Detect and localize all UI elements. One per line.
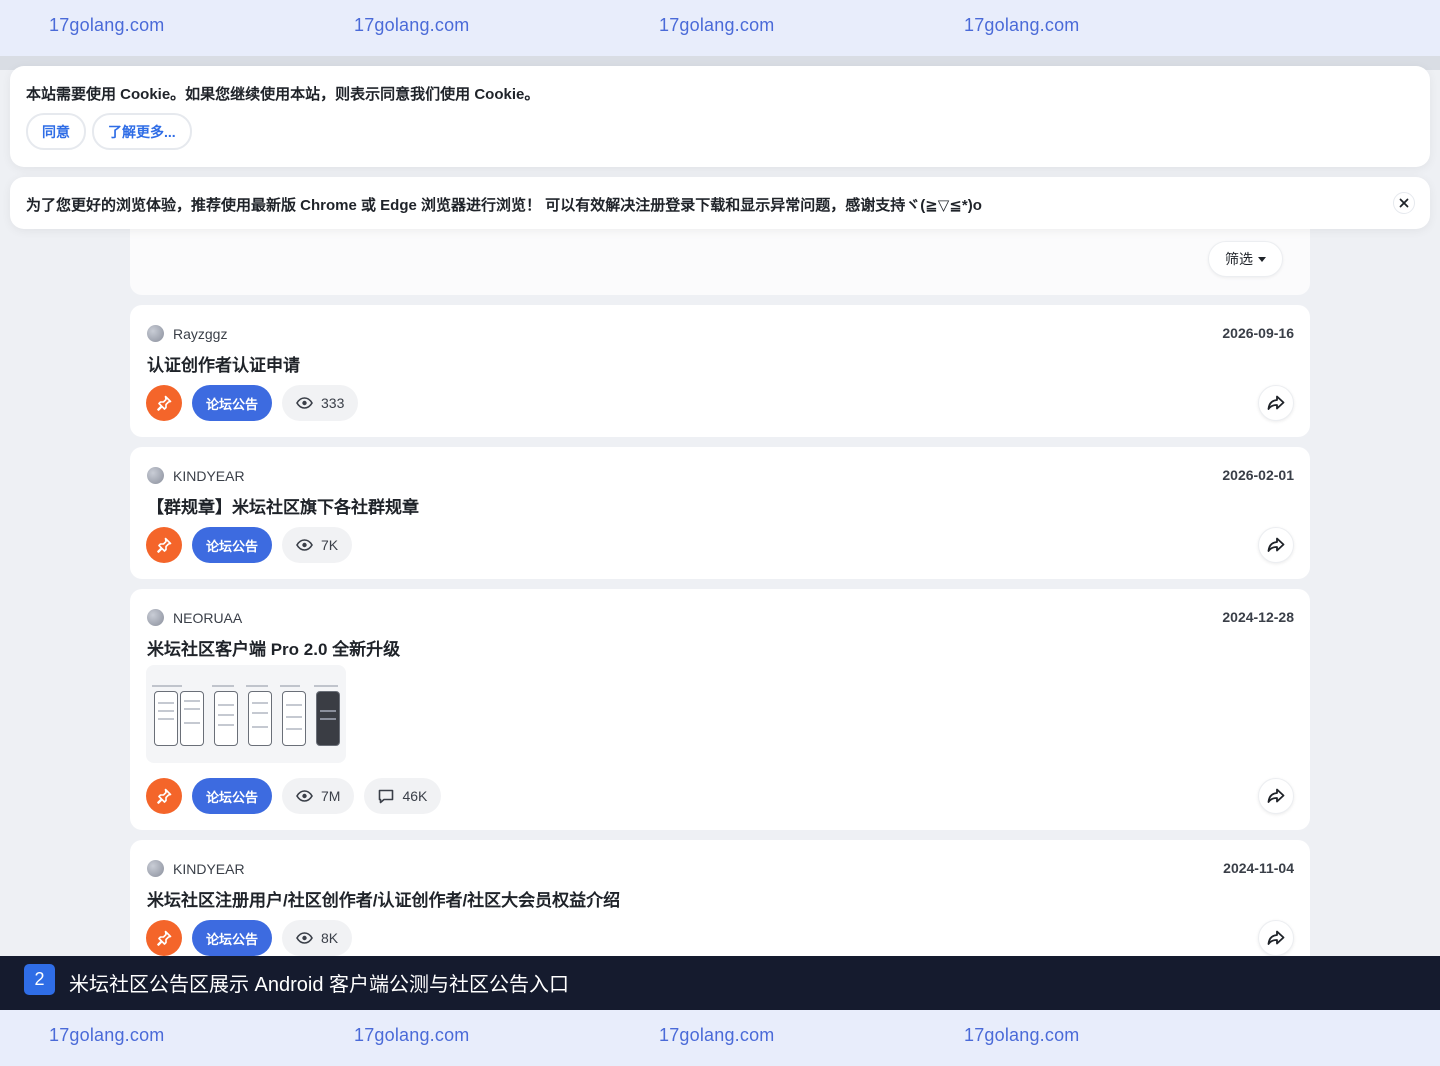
post-image[interactable] bbox=[146, 665, 346, 763]
comment-count[interactable]: 46K bbox=[364, 778, 442, 814]
eye-icon bbox=[296, 539, 313, 551]
view-count-value: 7M bbox=[321, 788, 341, 804]
comment-count-value: 46K bbox=[402, 788, 428, 804]
phone-mockup bbox=[316, 691, 340, 746]
share-icon bbox=[1267, 395, 1285, 410]
filter-label: 筛选 bbox=[1225, 251, 1253, 267]
caption-bar: 2 米坛社区公告区展示 Android 客户端公测与社区公告入口 bbox=[0, 956, 1440, 1010]
pin-icon bbox=[146, 385, 182, 421]
watermark-text: 17golang.com bbox=[354, 1025, 470, 1045]
close-icon bbox=[1399, 198, 1409, 208]
phone-mockup bbox=[154, 691, 178, 746]
caret-down-icon bbox=[1258, 256, 1266, 262]
view-count: 333 bbox=[282, 385, 359, 421]
browser-notice-message: 为了您更好的浏览体验，推荐使用最新版 Chrome 或 Edge 浏览器进行浏览… bbox=[26, 197, 982, 214]
agree-button[interactable]: 同意 bbox=[26, 113, 86, 150]
share-icon bbox=[1267, 537, 1285, 552]
filter-button[interactable]: 筛选 bbox=[1208, 241, 1283, 277]
cookie-message: 本站需要使用 Cookie。如果您继续使用本站，则表示同意我们使用 Cookie… bbox=[26, 86, 540, 103]
post-author[interactable]: KINDYEAR bbox=[147, 467, 245, 484]
post-date: 2026-02-01 bbox=[1222, 467, 1294, 483]
caption-text: 米坛社区公告区展示 Android 客户端公测与社区公告入口 bbox=[69, 974, 570, 996]
post-tags: 论坛公告 333 bbox=[146, 385, 359, 421]
phone-mockup bbox=[214, 691, 238, 746]
avatar[interactable] bbox=[147, 860, 164, 877]
post-author[interactable]: NEORUAA bbox=[147, 609, 242, 626]
phone-mockup bbox=[248, 691, 272, 746]
author-name[interactable]: Rayzggz bbox=[173, 326, 227, 342]
close-button[interactable] bbox=[1393, 192, 1415, 214]
author-name[interactable]: KINDYEAR bbox=[173, 861, 245, 877]
post-date: 2024-11-04 bbox=[1223, 860, 1294, 876]
comment-icon bbox=[379, 789, 394, 803]
post-title[interactable]: 【群规章】米坛社区旗下各社群规章 bbox=[147, 493, 419, 518]
post-title[interactable]: 米坛社区客户端 Pro 2.0 全新升级 bbox=[147, 635, 400, 660]
post-card[interactable]: KINDYEAR 2026-02-01 【群规章】米坛社区旗下各社群规章 论坛公… bbox=[130, 447, 1310, 579]
author-name[interactable]: KINDYEAR bbox=[173, 468, 245, 484]
cookie-banner: 本站需要使用 Cookie。如果您继续使用本站，则表示同意我们使用 Cookie… bbox=[10, 66, 1430, 167]
pin-icon bbox=[146, 920, 182, 956]
phone-mockup bbox=[282, 691, 306, 746]
post-date: 2024-12-28 bbox=[1222, 609, 1294, 625]
watermark-text: 17golang.com bbox=[964, 1025, 1080, 1045]
post-author[interactable]: Rayzggz bbox=[147, 325, 227, 342]
category-tag[interactable]: 论坛公告 bbox=[192, 920, 273, 956]
watermark-bar-bottom: 17golang.com 17golang.com 17golang.com 1… bbox=[0, 1010, 1440, 1066]
watermark-text: 17golang.com bbox=[354, 15, 470, 35]
post-author[interactable]: KINDYEAR bbox=[147, 860, 245, 877]
post-tags: 论坛公告 7M 46K bbox=[146, 778, 442, 814]
post-tags: 论坛公告 8K bbox=[146, 920, 353, 956]
watermark-bar-top: 17golang.com 17golang.com 17golang.com 1… bbox=[0, 0, 1440, 56]
post-date: 2026-09-16 bbox=[1222, 325, 1294, 341]
author-name[interactable]: NEORUAA bbox=[173, 610, 242, 626]
share-button[interactable] bbox=[1258, 385, 1294, 421]
eye-icon bbox=[296, 397, 313, 409]
share-button[interactable] bbox=[1258, 920, 1294, 956]
watermark-text: 17golang.com bbox=[659, 15, 775, 35]
watermark-text: 17golang.com bbox=[49, 1025, 165, 1045]
view-count-value: 7K bbox=[321, 537, 339, 553]
category-tag[interactable]: 论坛公告 bbox=[192, 778, 273, 814]
share-icon bbox=[1267, 930, 1285, 945]
phone-mockup bbox=[180, 691, 204, 746]
pin-icon bbox=[146, 778, 182, 814]
caption-number: 2 bbox=[24, 964, 55, 995]
view-count: 7M bbox=[282, 778, 355, 814]
post-card[interactable]: Rayzggz 2026-09-16 认证创作者认证申请 论坛公告 333 bbox=[130, 305, 1310, 437]
share-icon bbox=[1267, 788, 1285, 803]
view-count: 8K bbox=[282, 920, 353, 956]
learn-more-button[interactable]: 了解更多... bbox=[92, 113, 192, 150]
view-count-value: 8K bbox=[321, 930, 339, 946]
share-button[interactable] bbox=[1258, 527, 1294, 563]
post-title[interactable]: 认证创作者认证申请 bbox=[147, 351, 300, 376]
eye-icon bbox=[296, 790, 313, 802]
category-tag[interactable]: 论坛公告 bbox=[192, 527, 273, 563]
post-title[interactable]: 米坛社区注册用户/社区创作者/认证创作者/社区大会员权益介绍 bbox=[147, 886, 620, 911]
watermark-text: 17golang.com bbox=[659, 1025, 775, 1045]
view-count: 7K bbox=[282, 527, 353, 563]
watermark-text: 17golang.com bbox=[49, 15, 165, 35]
eye-icon bbox=[296, 932, 313, 944]
watermark-text: 17golang.com bbox=[964, 15, 1080, 35]
avatar[interactable] bbox=[147, 609, 164, 626]
browser-notice: 为了您更好的浏览体验，推荐使用最新版 Chrome 或 Edge 浏览器进行浏览… bbox=[10, 177, 1430, 229]
share-button[interactable] bbox=[1258, 778, 1294, 814]
cookie-actions: 同意 了解更多... bbox=[26, 113, 192, 150]
category-tag[interactable]: 论坛公告 bbox=[192, 385, 273, 421]
post-card[interactable]: NEORUAA 2024-12-28 米坛社区客户端 Pro 2.0 全新升级 … bbox=[130, 589, 1310, 830]
avatar[interactable] bbox=[147, 467, 164, 484]
avatar[interactable] bbox=[147, 325, 164, 342]
post-tags: 论坛公告 7K bbox=[146, 527, 353, 563]
post-card[interactable]: KINDYEAR 2024-11-04 米坛社区注册用户/社区创作者/认证创作者… bbox=[130, 840, 1310, 972]
pin-icon bbox=[146, 527, 182, 563]
view-count-value: 333 bbox=[321, 395, 345, 411]
